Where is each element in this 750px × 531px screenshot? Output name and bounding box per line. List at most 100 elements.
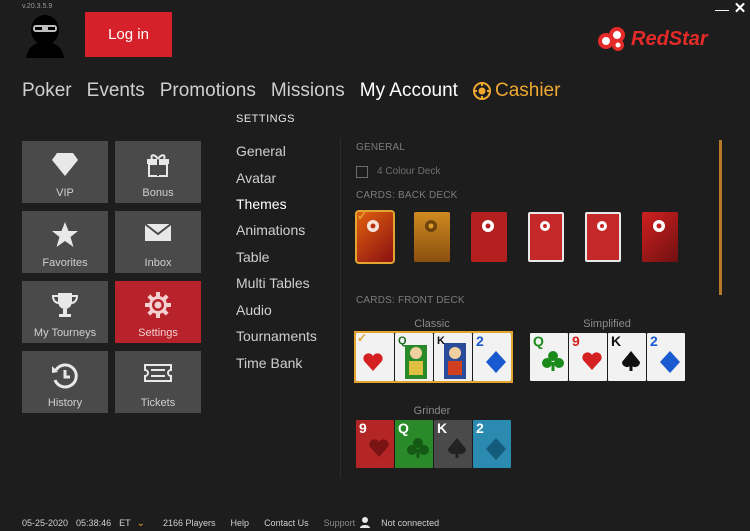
timezone-chevron-down-icon[interactable]: ⌄ (137, 518, 145, 529)
tile-history[interactable]: History (22, 351, 108, 413)
diamond-suit-icon (486, 351, 506, 373)
scrollbar[interactable] (719, 140, 722, 295)
settings-menu-themes[interactable]: Themes (236, 196, 287, 212)
tile-label: History (47, 397, 83, 409)
version-label: v.20.3.5.9 (22, 3, 53, 10)
diamond-suit-icon (660, 351, 680, 373)
heart-icon (582, 352, 602, 370)
deck-name-grinder: Grinder (413, 405, 451, 417)
tile-label: Tickets (140, 397, 176, 409)
main-nav: Poker Events Promotions Missions My Acco… (22, 78, 575, 104)
tile-label: Settings (138, 327, 178, 339)
footer-date: 05-25-2020 (22, 518, 69, 528)
tile-settings[interactable]: Settings (115, 281, 201, 343)
ticket-icon (144, 364, 172, 382)
chips-icon (482, 220, 494, 232)
tile-favorites[interactable]: Favorites (22, 211, 108, 273)
back-deck-option[interactable] (414, 212, 450, 262)
card-queen-clubs: Q (530, 333, 568, 381)
selected-check-icon: ✓ (357, 331, 368, 345)
spade-icon (448, 438, 466, 458)
settings-menu-table[interactable]: Table (236, 249, 269, 265)
nav-cashier[interactable]: Cashier (472, 80, 561, 102)
footer-timezone: ET (119, 518, 131, 528)
footer-players: 2166 Players (163, 518, 216, 528)
settings-menu-animations[interactable]: Animations (236, 222, 305, 238)
deck-name-classic: Classic (414, 318, 450, 330)
card-nine-hearts: 9 (356, 420, 394, 468)
nav-missions[interactable]: Missions (271, 80, 345, 102)
heart-icon (363, 353, 383, 371)
settings-menu-tournaments[interactable]: Tournaments (236, 328, 317, 344)
footer-support-link[interactable]: Support (324, 518, 356, 528)
avatar[interactable] (22, 12, 68, 58)
footer-time: 05:38:46 (76, 518, 112, 528)
card-two-diamonds: 2 (473, 420, 511, 468)
tile-label: Favorites (42, 257, 88, 269)
back-deck-option[interactable] (642, 212, 678, 262)
history-icon (52, 363, 78, 389)
footer-contact-link[interactable]: Contact Us (264, 518, 309, 528)
ninja-avatar-icon (26, 15, 64, 58)
card-queen-clubs: Q (395, 333, 433, 381)
nav-promotions[interactable]: Promotions (160, 80, 256, 102)
settings-menu-time-bank[interactable]: Time Bank (236, 355, 302, 371)
club-icon (407, 438, 429, 458)
tile-label: Inbox (144, 257, 172, 269)
panel-divider (340, 138, 341, 478)
gift-icon (147, 154, 169, 177)
trophy-icon (51, 293, 79, 317)
back-deck-option[interactable] (471, 212, 507, 262)
login-button[interactable]: Log in (85, 12, 172, 57)
front-deck-classic[interactable]: Q K 2 (354, 331, 513, 383)
tile-bonus[interactable]: Bonus (115, 141, 201, 203)
gear-icon (145, 292, 171, 318)
settings-menu-audio[interactable]: Audio (236, 302, 272, 318)
tile-label: My Tourneys (33, 327, 97, 339)
tile-inbox[interactable]: Inbox (115, 211, 201, 273)
tile-vip[interactable]: VIP (22, 141, 108, 203)
chips-logo-icon (598, 27, 625, 51)
chips-icon (540, 221, 550, 231)
club-icon (542, 351, 564, 371)
nav-cashier-label: Cashier (494, 80, 561, 101)
back-deck-option[interactable] (528, 212, 564, 262)
card-two-diamonds: 2 (473, 333, 511, 381)
cashier-chip-icon (472, 82, 491, 100)
card-king-spades: K (434, 420, 472, 468)
settings-menu-multi-tables[interactable]: Multi Tables (236, 275, 310, 291)
settings-title: SETTINGS (236, 113, 296, 125)
star-icon (52, 222, 78, 247)
tile-my-tourneys[interactable]: My Tourneys (22, 281, 108, 343)
settings-menu-general[interactable]: General (236, 143, 286, 159)
general-section-label: GENERAL (356, 142, 406, 153)
tile-label: Bonus (142, 187, 174, 199)
card-king-spades: K (434, 333, 472, 381)
card-queen-clubs: Q (395, 420, 433, 468)
back-deck-option[interactable] (585, 212, 621, 262)
back-deck-section-label: CARDS: BACK DECK (356, 190, 458, 201)
status-bar: 05-25-2020 05:38:46 ET ⌄ 2166 Players He… (22, 516, 454, 530)
footer-help-link[interactable]: Help (231, 518, 250, 528)
front-deck-simplified[interactable]: Q 9 K 2 (530, 333, 685, 381)
card-king-spades: K (608, 333, 646, 381)
support-agent-icon[interactable] (359, 516, 371, 530)
nav-events[interactable]: Events (87, 80, 145, 102)
minimize-icon[interactable]: — (715, 2, 729, 16)
envelope-icon (144, 223, 172, 241)
settings-menu-avatar[interactable]: Avatar (236, 170, 276, 186)
front-deck-grinder[interactable]: 9 Q K 2 (356, 420, 511, 468)
brand-logo: RedStar (597, 25, 708, 53)
diamond-icon (52, 153, 78, 176)
deck-name-simplified: Simplified (583, 318, 631, 330)
close-icon[interactable]: ✕ (733, 1, 747, 16)
brand-name: RedStar (631, 27, 708, 50)
chips-icon (597, 221, 607, 231)
four-colour-label: 4 Colour Deck (377, 166, 441, 177)
nav-my-account[interactable]: My Account (360, 80, 458, 102)
four-colour-checkbox[interactable] (356, 166, 368, 178)
nav-poker[interactable]: Poker (22, 80, 72, 102)
tile-tickets[interactable]: Tickets (115, 351, 201, 413)
footer-connection-status: Not connected (381, 518, 440, 528)
front-deck-section-label: CARDS: FRONT DECK (356, 295, 465, 306)
